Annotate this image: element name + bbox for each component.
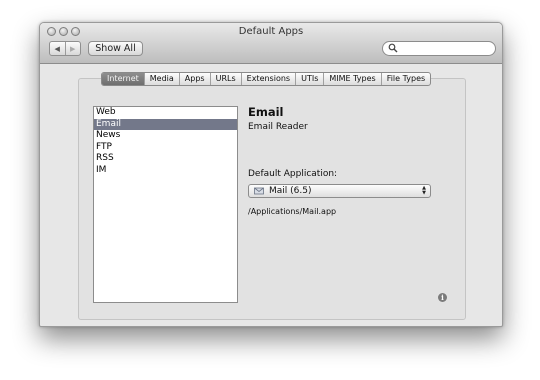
tab-media[interactable]: Media: [143, 73, 179, 85]
list-item-web[interactable]: Web: [94, 107, 237, 119]
tab-apps[interactable]: Apps: [178, 73, 210, 85]
show-all-button[interactable]: Show All: [88, 41, 143, 56]
preferences-window: Default Apps ◀ ▶ Show All Internet Media A…: [39, 22, 503, 327]
back-forward-control: ◀ ▶: [49, 41, 81, 56]
protocol-list[interactable]: Web Email News FTP RSS IM: [93, 106, 238, 303]
tab-urls[interactable]: URLs: [209, 73, 241, 85]
list-item-news[interactable]: News: [94, 130, 237, 142]
default-application-value: Mail (6.5): [269, 186, 312, 196]
tab-bar: Internet Media Apps URLs Extensions UTIs MIME …: [101, 72, 432, 86]
list-item-im[interactable]: IM: [94, 165, 237, 177]
detail-title: Email: [248, 105, 284, 119]
tab-utis[interactable]: UTIs: [295, 73, 323, 85]
list-item-email[interactable]: Email: [94, 118, 237, 130]
tab-extensions[interactable]: Extensions: [240, 73, 295, 85]
tab-mime-types[interactable]: MIME Types: [323, 73, 380, 85]
window-title: Default Apps: [238, 26, 304, 37]
popup-arrows-icon: ▲ ▼: [422, 185, 426, 196]
mail-app-icon: [254, 187, 264, 195]
magnifier-icon: [388, 43, 398, 53]
tab-file-types[interactable]: File Types: [380, 73, 430, 85]
list-item-rss[interactable]: RSS: [94, 153, 237, 165]
list-item-ftp[interactable]: FTP: [94, 142, 237, 154]
search-field[interactable]: [382, 41, 496, 56]
default-application-popup[interactable]: Mail (6.5) ▲ ▼: [248, 184, 431, 198]
title-bar: Default Apps ◀ ▶ Show All: [40, 23, 502, 64]
forward-button[interactable]: ▶: [64, 42, 81, 55]
back-button[interactable]: ◀: [50, 42, 65, 55]
default-application-label: Default Application:: [248, 169, 338, 179]
detail-subtitle: Email Reader: [248, 122, 308, 132]
tab-internet[interactable]: Internet: [102, 73, 144, 85]
application-path: /Applications/Mail.app: [248, 207, 337, 216]
info-icon[interactable]: i: [438, 293, 447, 302]
